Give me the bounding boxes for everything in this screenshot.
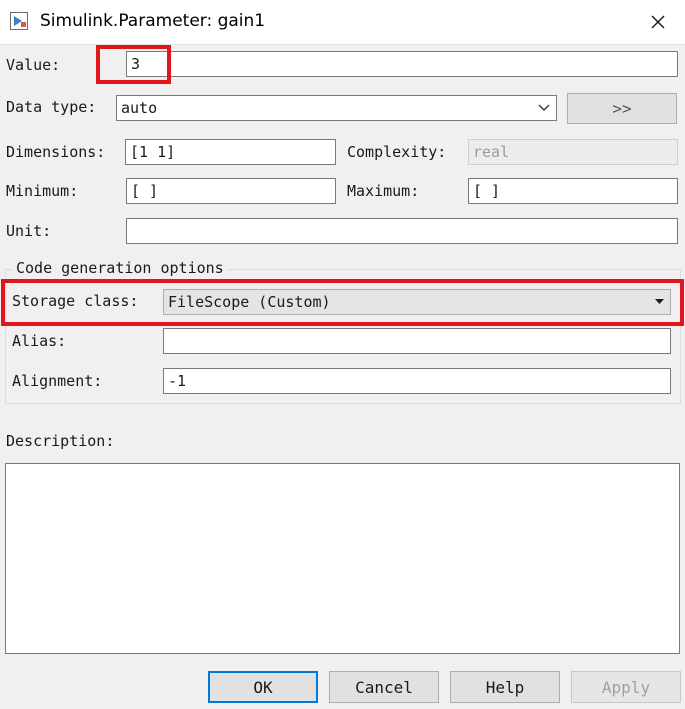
ok-button[interactable]: OK (208, 671, 318, 703)
description-label: Description: (6, 432, 115, 450)
description-textarea[interactable] (5, 463, 680, 654)
value-highlight-box (96, 45, 171, 84)
complexity-field: real (468, 139, 678, 165)
maximum-field[interactable]: [ ] (468, 178, 678, 204)
alignment-label: Alignment: (12, 372, 103, 390)
maximum-label: Maximum: (347, 182, 420, 200)
storage-class-highlight-box (1, 279, 684, 326)
datatype-label: Data type: (6, 98, 97, 116)
simulink-app-icon (10, 12, 28, 30)
alignment-field[interactable]: -1 (163, 368, 671, 394)
unit-field[interactable] (126, 218, 678, 244)
alias-label: Alias: (12, 332, 67, 350)
dimensions-field[interactable]: [1 1] (125, 139, 336, 165)
datatype-select[interactable]: auto (116, 95, 557, 121)
cancel-button[interactable]: Cancel (329, 671, 439, 703)
complexity-label: Complexity: (347, 143, 447, 161)
minimum-label: Minimum: (6, 182, 79, 200)
title-bar: Simulink.Parameter: gain1 (0, 0, 685, 45)
datatype-assistant-button[interactable]: >> (567, 93, 677, 124)
dimensions-label: Dimensions: (6, 143, 106, 161)
codegen-group-title: Code generation options (12, 259, 228, 277)
minimum-field[interactable]: [ ] (126, 178, 336, 204)
alias-field[interactable] (163, 328, 671, 354)
close-icon (651, 15, 665, 29)
window-title: Simulink.Parameter: gain1 (40, 11, 266, 31)
chevron-down-icon (538, 96, 550, 120)
apply-button[interactable]: Apply (571, 671, 681, 703)
unit-label: Unit: (6, 222, 52, 240)
value-field[interactable]: 3 (126, 51, 678, 77)
help-button[interactable]: Help (450, 671, 560, 703)
close-button[interactable] (640, 8, 676, 36)
datatype-value: auto (121, 99, 158, 117)
value-label: Value: (6, 56, 61, 74)
